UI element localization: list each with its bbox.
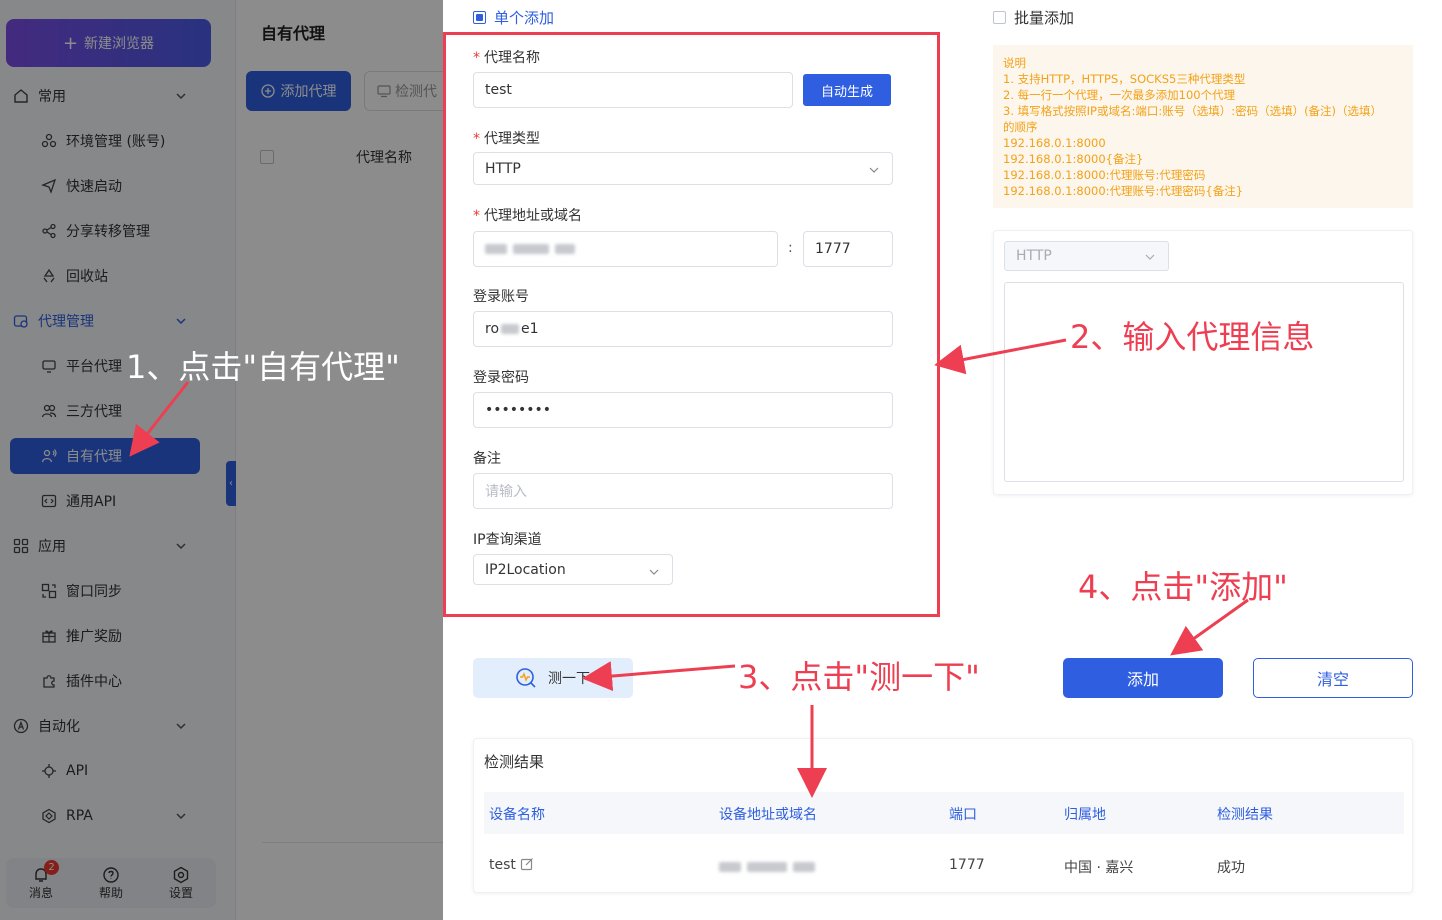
result-title: 检测结果 [484,753,545,771]
auto-generate-button[interactable]: 自动生成 [803,74,891,106]
result-table-header: 设备名称 设备地址或域名 端口 归属地 检测结果 [484,792,1404,834]
column-header: 设备地址或域名 [719,807,817,823]
proxy-name-input[interactable]: test [473,72,793,108]
mode-single-option[interactable]: 单个添加 [473,7,554,28]
bulk-type-select[interactable]: HTTP [1004,241,1169,271]
proxy-type-select[interactable]: HTTP [473,152,893,185]
result-status: 成功 [1217,860,1245,876]
blurred-text [485,244,507,254]
mode-single-label: 单个添加 [494,9,555,27]
chevron-down-icon [1145,254,1155,260]
edit-icon[interactable] [520,857,534,871]
result-device-name: test [489,857,534,873]
blurred-text [555,244,575,254]
submit-add-button[interactable]: 添加 [1063,658,1223,698]
proxy-name-label: * 代理名称 [473,50,540,66]
result-location: 中国 · 嘉兴 [1064,860,1134,876]
search-pulse-icon [516,668,536,688]
port-separator: : [788,240,793,256]
column-header: 端口 [949,807,977,823]
blurred-text [513,244,549,254]
remark-input[interactable]: 请输入 [473,473,893,509]
annotation-step1: 1、点击"自有代理" [126,348,400,386]
chevron-down-icon [869,167,879,173]
ip-channel-label: IP查询渠道 [473,532,542,548]
add-proxy-drawer: 单个添加 批量添加 * 代理名称 test 自动生成 * 代理类型 HTTP * 代理… [443,0,1442,920]
account-label: 登录账号 [473,289,529,305]
column-header: 检测结果 [1217,807,1273,823]
password-label: 登录密码 [473,370,529,386]
annotation-step2: 2、输入代理信息 [1070,318,1315,356]
bulk-instructions: 说明 1. 支持HTTP，HTTPS，SOCKS5三种代理类型 2. 每一行一个… [993,45,1413,208]
account-input[interactable]: ro e1 [473,311,893,347]
result-host-blurred [719,860,821,876]
blurred-text [501,324,520,334]
result-port: 1777 [949,857,985,873]
bulk-radio[interactable] [993,11,1006,24]
column-header: 归属地 [1064,807,1106,823]
proxy-host-label: * 代理地址或域名 [473,208,582,224]
password-input[interactable]: •••••••• [473,392,893,428]
annotation-step3: 3、点击"测一下" [738,658,980,696]
proxy-host-input[interactable] [473,231,778,267]
mode-bulk-option[interactable]: 批量添加 [993,7,1074,28]
single-radio[interactable] [473,11,486,24]
column-header: 设备名称 [489,807,545,823]
remark-label: 备注 [473,451,501,467]
clear-button[interactable]: 清空 [1253,658,1413,698]
mode-bulk-label: 批量添加 [1014,9,1075,27]
chevron-down-icon [649,569,659,575]
test-button[interactable]: 测一下 [473,658,633,698]
modal-overlay[interactable] [0,0,443,920]
annotation-step4: 4、点击"添加" [1078,568,1288,606]
test-button-label: 测一下 [548,671,590,687]
proxy-port-input[interactable]: 1777 [803,231,893,267]
test-result-card: 检测结果 设备名称 设备地址或域名 端口 归属地 检测结果 test 1777 … [473,738,1413,893]
bulk-card: HTTP [993,230,1413,495]
ip-channel-select[interactable]: IP2Location [473,554,673,585]
proxy-type-label: * 代理类型 [473,131,540,147]
